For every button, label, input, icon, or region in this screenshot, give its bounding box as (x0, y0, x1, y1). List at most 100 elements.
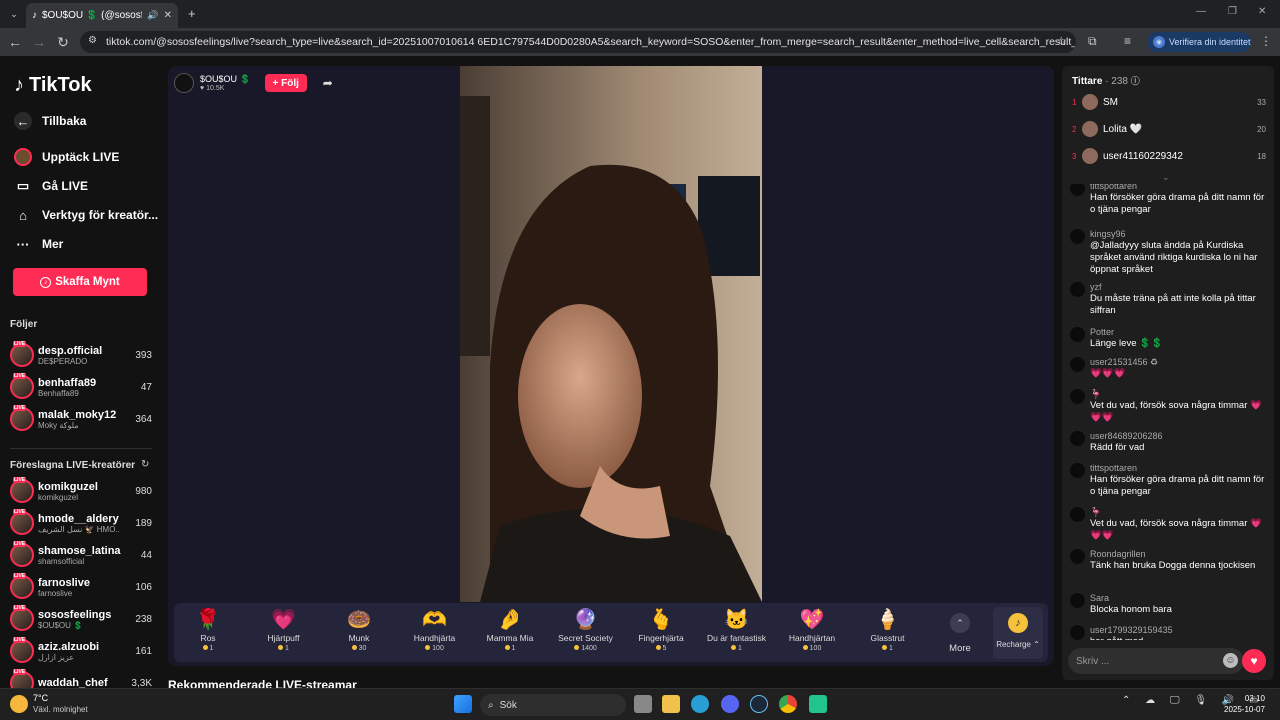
top-viewer-row[interactable]: 1 SM 33 (1072, 91, 1266, 113)
discord-icon[interactable] (721, 695, 739, 713)
account-item[interactable]: LIVE sososfeelings $OU$OU 💲 238 (10, 604, 152, 634)
follow-button[interactable]: + Följ (264, 74, 307, 92)
gift-item[interactable]: 💗 Hjärtpuff 1 (247, 607, 321, 652)
top-viewer-row[interactable]: 3 user41160229342 18 (1072, 145, 1266, 167)
nav-creator-tools[interactable]: ⌂ Verktyg för kreatör... (14, 206, 158, 224)
nav-go-live[interactable]: ▭ Gå LIVE (14, 177, 88, 195)
gift-item[interactable]: 💖 Handhjärtan 100 (775, 607, 849, 652)
collapse-chevron-icon[interactable]: ⌄ (1162, 172, 1170, 183)
gift-item[interactable]: 🍩 Munk 30 (322, 607, 396, 652)
account-item[interactable]: LIVE komikguzel komikguzel 980 (10, 476, 152, 506)
chat-message[interactable]: user21531456 ♻ 💗💗💗 (1070, 356, 1270, 380)
chat-username: tittspottaren (1090, 184, 1138, 191)
host-name[interactable]: $OU$OU 💲 (200, 74, 251, 85)
following-heading: Följer (10, 319, 38, 330)
more-gifts-button[interactable]: ⌃ More (946, 613, 974, 654)
back-link[interactable]: ← Tillbaka (14, 112, 86, 130)
viewer-score: 33 (1257, 97, 1266, 107)
gift-item[interactable]: 🍦 Glasstrut 1 (851, 607, 925, 652)
windows-start-icon[interactable] (454, 695, 472, 713)
heart-icon[interactable]: ♥ (1242, 649, 1266, 673)
gift-item[interactable]: 🫶 Handhjärta 100 (398, 607, 472, 652)
gift-item[interactable]: 🤌 Mamma Mia 1 (473, 607, 547, 652)
browser-tab[interactable]: ♪ $OU$OU 💲 (@sososfeeling 🔊 ✕ (26, 3, 178, 28)
gift-item[interactable]: 🫰 Fingerhjärta 5 (624, 607, 698, 652)
taskbar-search[interactable]: ⌕ Sök (480, 694, 626, 716)
clock[interactable]: 03:10 2025-10-07 (1224, 693, 1265, 715)
live-video[interactable] (460, 66, 762, 602)
account-item[interactable]: LIVE malak_moky12 Moky ملوكة 364 (10, 404, 152, 434)
chat-message[interactable]: Roondagrillen Tänk han bruka Dogga denna … (1070, 548, 1270, 572)
steam-icon[interactable] (750, 695, 768, 713)
new-tab-icon[interactable]: + (188, 6, 196, 21)
chat-message[interactable]: kingsy96 @Jalladyyy sluta ändda på Kurdis… (1070, 228, 1270, 276)
account-item[interactable]: LIVE aziz.alzuobi عزيز ازارل 161 (10, 636, 152, 666)
gift-name: Munk (348, 633, 370, 643)
avatar (1070, 463, 1085, 478)
gift-item[interactable]: 🐱 Du är fantastisk 1 (700, 607, 774, 652)
edge-icon[interactable] (691, 695, 709, 713)
chat-message[interactable]: Sara Blocka honom bara (1070, 592, 1270, 616)
chat-message[interactable]: user84689206286 Rädd för vad (1070, 430, 1270, 454)
speaker-icon[interactable]: 🔊 (147, 10, 158, 21)
account-item[interactable]: LIVE farnoslive farnoslive 106 (10, 572, 152, 602)
gift-price: 1 (851, 645, 925, 652)
chat-message[interactable]: 🦩 Vet du vad, försök sova några timmar 💗💗… (1070, 506, 1270, 542)
nav-more[interactable]: ··· Mer (14, 235, 64, 253)
account-item[interactable]: LIVE desp.official DE$PERADO 393 (10, 340, 152, 370)
tab-menu-icon[interactable]: ⌄ (6, 6, 22, 22)
recharge-button[interactable]: ♪ Recharge ⌃ (993, 607, 1043, 659)
chat-username: user21531456 ♻ (1090, 357, 1159, 367)
chat-input[interactable]: Skriv ... ☺ (1068, 648, 1244, 674)
site-info-icon[interactable]: ⚙ (88, 35, 97, 46)
gift-icon: 🫶 (422, 609, 447, 631)
task-view-icon[interactable] (634, 695, 652, 713)
get-coins-button[interactable]: ♪ Skaffa Mynt (13, 268, 147, 296)
refresh-icon[interactable]: ↻ (141, 459, 149, 470)
tiktok-logo[interactable]: ♪ TikTok (14, 74, 92, 97)
viewers-heading[interactable]: Tittare · 238 ⓘ (1072, 74, 1140, 87)
chat-username: 🦩 (1090, 507, 1102, 517)
minimize-icon[interactable]: — (1196, 6, 1206, 17)
gift-item[interactable]: 🔮 Secret Society 1400 (549, 607, 623, 652)
app-icon[interactable] (809, 695, 827, 713)
weather-widget[interactable]: 7°C Växl. molnighet (10, 693, 88, 715)
chat-message[interactable]: tittspottaren Han försöker göra drama på … (1070, 462, 1270, 498)
chat-message[interactable]: Potter Länge leve 💲💲 (1070, 326, 1270, 350)
back-icon[interactable]: ← (4, 31, 26, 53)
account-item[interactable]: LIVE hmode__aldery نسل الشريف 🦅 HMO.. 189 (10, 508, 152, 538)
nav-discover-live[interactable]: Upptäck LIVE (14, 148, 119, 166)
bookmark-star-icon[interactable]: ☆ (1056, 34, 1067, 48)
restore-icon[interactable]: ❐ (1228, 6, 1237, 17)
coin-icon: ♪ (1008, 613, 1028, 633)
share-icon[interactable]: ➦ (323, 76, 333, 90)
more-dots-icon: ··· (16, 236, 30, 252)
close-tab-icon[interactable]: ✕ (164, 10, 172, 21)
close-window-icon[interactable]: ✕ (1258, 6, 1266, 17)
forward-icon[interactable]: → (28, 31, 50, 53)
account-item[interactable]: LIVE benhaffa89 Benhaffa89 47 (10, 372, 152, 402)
extensions-icon[interactable]: ⧉ (1088, 34, 1097, 49)
emoji-icon[interactable]: ☺ (1223, 653, 1238, 668)
gift-item[interactable]: 🌹 Ros 1 (171, 607, 245, 652)
host-avatar[interactable] (174, 73, 194, 93)
chrome-icon[interactable] (779, 695, 797, 713)
verify-identity-button[interactable]: ◉ Verifiera din identitet (1147, 32, 1251, 52)
info-icon[interactable]: ⓘ (1131, 74, 1140, 87)
file-explorer-icon[interactable] (662, 695, 680, 713)
top-viewer-row[interactable]: 2 Lolita 🤍 20 (1072, 118, 1266, 140)
account-item[interactable]: LIVE shamose_latina shamsofficial 44 (10, 540, 152, 570)
chat-message[interactable]: tittspottaren Han försöker göra drama på … (1070, 184, 1270, 216)
avatar: LIVE (10, 573, 34, 599)
gift-price: 30 (322, 645, 396, 652)
reading-list-icon[interactable]: ≡ (1124, 34, 1131, 48)
chat-message[interactable]: 🦩 Vet du vad, försök sova några timmar 💗💗… (1070, 388, 1270, 424)
address-bar[interactable]: ⚙ tiktok.com/@sososfeelings/live?search_… (80, 31, 1076, 53)
account-item[interactable]: LIVE waddah_chef 3,3K (10, 668, 152, 688)
kebab-menu-icon[interactable]: ⋮ (1260, 34, 1272, 48)
chat-message[interactable]: user1799329159435har gått med (1070, 624, 1270, 640)
chat-message[interactable]: yzf Du måste träna på att inte kolla på t… (1070, 281, 1270, 317)
chat-username: Potter (1090, 327, 1115, 337)
reload-icon[interactable]: ↻ (52, 31, 74, 53)
gift-price: 100 (775, 645, 849, 652)
